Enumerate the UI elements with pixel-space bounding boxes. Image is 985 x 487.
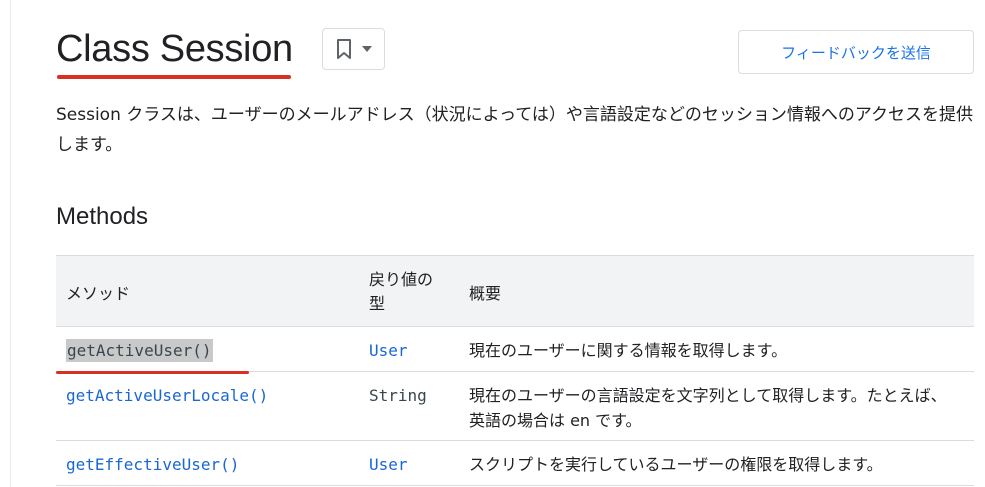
caret-down-icon [361, 46, 372, 52]
column-header-return-type-line2: 型 [369, 294, 386, 313]
class-description: Session クラスは、ユーザーのメールアドレス（状況によっては）や言語設定な… [56, 105, 974, 155]
method-link-getActiveUserLocale[interactable]: getActiveUserLocale() [66, 386, 268, 405]
return-type-link-user[interactable]: User [369, 455, 408, 474]
column-header-method: メソッド [66, 284, 131, 303]
bookmark-button[interactable] [322, 28, 385, 70]
methods-heading: Methods [56, 203, 149, 230]
page-title: Class Session [56, 28, 293, 70]
title-annotation-underline [57, 75, 291, 79]
method-summary: 現在のユーザーに関する情報を取得します。 [469, 341, 788, 360]
column-header-return-type: 戻り値の 型 [369, 256, 469, 327]
table-row: getEffectiveUser() User スクリプトを実行しているユーザー… [56, 441, 974, 486]
column-header-return-type-line1: 戻り値の [369, 270, 434, 289]
method-summary: スクリプトを実行しているユーザーの権限を取得します。 [469, 455, 883, 474]
method-link-getEffectiveUser[interactable]: getEffectiveUser() [66, 455, 239, 474]
table-row: getActiveUserLocale() String 現在のユーザーの言語設… [56, 372, 974, 441]
return-type-link-user[interactable]: User [369, 341, 408, 360]
send-feedback-button[interactable]: フィードバックを送信 [738, 30, 974, 74]
table-header-row: メソッド 戻り値の 型 概要 [56, 255, 974, 327]
column-header-summary: 概要 [469, 284, 502, 303]
corner-tick-icon: ˊ [957, 0, 963, 10]
method-annotation-underline [56, 371, 249, 374]
left-panel-edge [0, 0, 11, 487]
table-row: getActiveUser() User 現在のユーザーに関する情報を取得します… [56, 327, 974, 372]
method-summary: 現在のユーザーの言語設定を文字列として取得します。たとえば、英語の場合は en … [469, 386, 947, 430]
method-getActiveUser[interactable]: getActiveUser() [66, 339, 213, 362]
bookmark-icon [336, 39, 352, 59]
return-type-string: String [369, 386, 427, 405]
